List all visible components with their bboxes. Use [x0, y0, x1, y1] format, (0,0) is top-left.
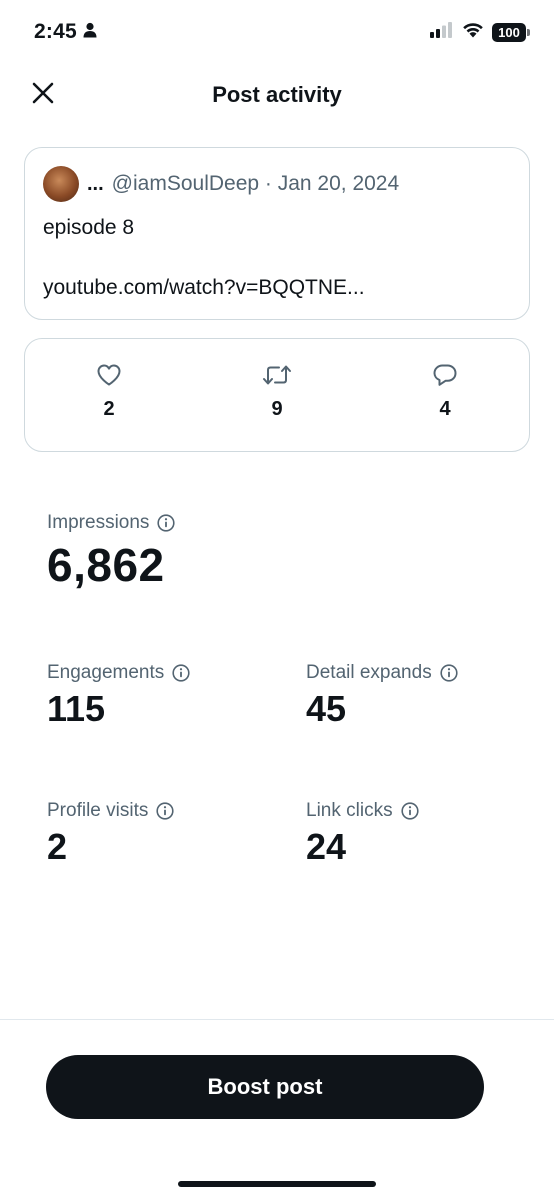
clock-text: 2:45 — [34, 20, 77, 43]
repost-icon — [262, 363, 292, 392]
info-icon[interactable] — [172, 664, 190, 682]
info-icon[interactable] — [400, 802, 419, 820]
detail-expands-value: 45 — [306, 688, 347, 729]
reply-icon — [432, 363, 458, 392]
avatar[interactable] — [43, 166, 79, 202]
link-clicks-value: 24 — [306, 826, 347, 867]
reposts-stat[interactable]: 9 — [247, 363, 307, 421]
author-name: ... — [87, 172, 104, 195]
battery-level: 100 — [492, 23, 526, 42]
profile-visits-value: 2 — [47, 826, 68, 867]
impressions-metric: Impressions 6,862 — [47, 512, 176, 592]
profile-visits-metric: Profile visits 2 — [47, 800, 174, 868]
post-link[interactable]: youtube.com/watch?v=BQQTNE... — [43, 276, 365, 300]
post-card[interactable]: ... @iamSoulDeep · Jan 20, 2024 episode … — [24, 147, 530, 320]
detail-expands-label-row: Detail expands — [306, 662, 458, 684]
engagements-label-row: Engagements — [47, 662, 190, 684]
engagements-metric: Engagements 115 — [47, 662, 190, 730]
impressions-label: Impressions — [47, 512, 150, 533]
link-clicks-metric: Link clicks 24 — [306, 800, 419, 868]
detail-expands-metric: Detail expands 45 — [306, 662, 458, 730]
status-time: 2:45 — [34, 20, 97, 44]
impressions-value: 6,862 — [47, 539, 165, 591]
signal-icon — [430, 22, 454, 43]
profile-visits-label: Profile visits — [47, 800, 149, 821]
divider — [0, 1019, 554, 1020]
post-meta: ... @iamSoulDeep · Jan 20, 2024 — [43, 166, 399, 202]
likes-count: 2 — [103, 398, 115, 420]
reposts-count: 9 — [271, 398, 283, 420]
heart-icon — [96, 363, 122, 392]
profile-visits-label-row: Profile visits — [47, 800, 174, 822]
post-text: episode 8 — [43, 216, 135, 239]
battery-tip — [527, 29, 530, 36]
engagements-value: 115 — [47, 688, 106, 729]
info-icon[interactable] — [440, 664, 458, 682]
likes-stat[interactable]: 2 — [79, 363, 139, 421]
page-title: Post activity — [212, 82, 342, 107]
detail-expands-label: Detail expands — [306, 662, 432, 683]
boost-post-button[interactable]: Boost post — [46, 1055, 484, 1119]
status-bar: 2:45 100 — [0, 0, 554, 66]
status-icons: 100 — [430, 22, 530, 43]
header: Post activity — [0, 66, 554, 122]
wifi-icon — [462, 22, 484, 43]
engagements-label: Engagements — [47, 662, 165, 683]
link-clicks-label-row: Link clicks — [306, 800, 419, 822]
handle-date: @iamSoulDeep · Jan 20, 2024 — [111, 172, 400, 195]
replies-stat[interactable]: 4 — [415, 363, 475, 421]
info-icon[interactable] — [157, 514, 176, 532]
battery-icon: 100 — [492, 23, 530, 42]
link-clicks-label: Link clicks — [306, 800, 393, 821]
impressions-label-row: Impressions — [47, 512, 176, 534]
info-icon[interactable] — [156, 802, 174, 820]
replies-count: 4 — [439, 398, 451, 420]
engagement-card: 2 9 4 — [24, 338, 530, 452]
person-icon — [83, 20, 97, 44]
home-indicator[interactable] — [178, 1181, 376, 1187]
